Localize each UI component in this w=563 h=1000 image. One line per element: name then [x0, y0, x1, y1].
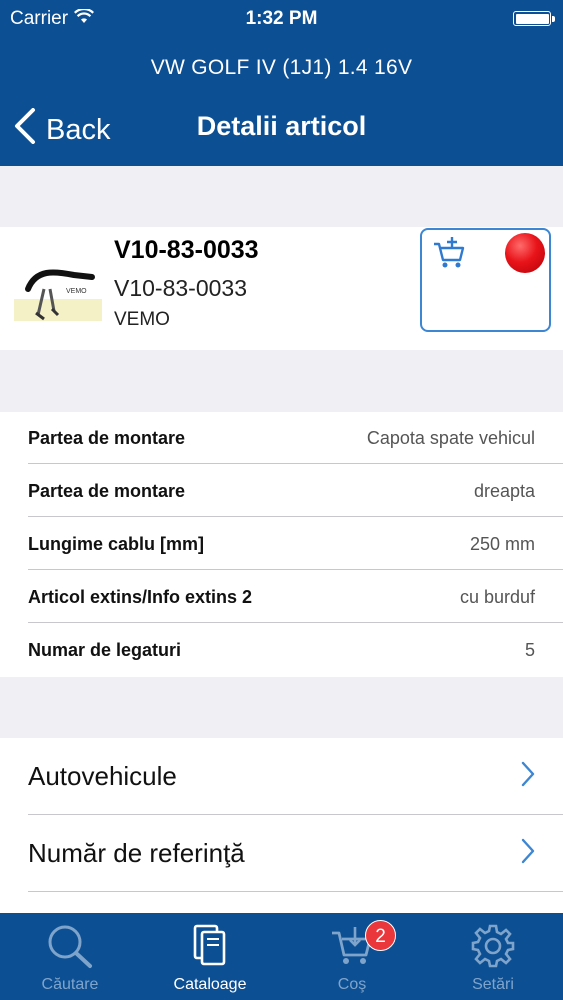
spec-label: Partea de montare: [28, 427, 186, 448]
stock-status-indicator: [505, 233, 545, 273]
spec-value: 5: [524, 639, 535, 660]
tab-label: Cataloage: [173, 976, 247, 993]
spec-label: Articol extins/Info extins 2: [28, 586, 253, 607]
tab-bar: Căutare Cataloage Coş Setări: [0, 913, 563, 1000]
link-vehicles[interactable]: Autovehicule: [28, 738, 563, 815]
spec-value: 250 mm: [469, 533, 535, 554]
spec-value: dreapta: [473, 480, 535, 501]
tab-settings[interactable]: Setări: [423, 913, 563, 1000]
tab-cart[interactable]: Coş: [282, 913, 422, 1000]
product-thumbnail: VEMO: [14, 249, 102, 335]
tab-label: Căutare: [41, 976, 99, 993]
spec-label: Lungime cablu [mm]: [28, 533, 205, 554]
add-to-cart-button[interactable]: [420, 228, 551, 332]
chevron-right-icon: [521, 761, 535, 792]
spec-value: Capota spate vehicul: [366, 427, 535, 448]
tab-label: Coş: [337, 976, 367, 993]
detail-links-list: Autovehicule Număr de referinţă: [0, 738, 563, 914]
tab-search[interactable]: Căutare: [0, 913, 140, 1000]
cart-count-badge: 2: [365, 920, 396, 951]
tab-label: Setări: [472, 976, 514, 993]
spec-row: Partea de montare dreapta: [28, 465, 563, 517]
spec-label: Partea de montare: [28, 480, 186, 501]
vehicle-title: VW GOLF IV (1J1) 1.4 16V: [150, 56, 413, 79]
spec-row: Articol extins/Info extins 2 cu burduf: [28, 571, 563, 623]
catalog-icon: [190, 923, 230, 974]
brand-name: VEMO: [114, 309, 170, 330]
tab-catalogs[interactable]: Cataloage: [140, 913, 280, 1000]
link-label: Autovehicule: [28, 761, 177, 791]
status-time: 1:32 PM: [245, 8, 318, 29]
link-label: Număr de referinţă: [28, 838, 245, 868]
link-reference-numbers[interactable]: Număr de referinţă: [28, 815, 563, 892]
spec-row: Numar de legaturi 5: [28, 624, 535, 676]
cart-add-icon: [432, 236, 466, 275]
specs-table: Partea de montare Capota spate vehicul P…: [0, 412, 563, 677]
svg-text:VEMO: VEMO: [66, 288, 87, 295]
search-icon: [46, 923, 94, 974]
page-title: Detalii articol: [196, 111, 367, 141]
navigation-header: Carrier 1:32 PM VW GOLF IV (1J1) 1.4 16V…: [0, 0, 563, 166]
battery-icon: [513, 11, 555, 26]
spec-label: Numar de legaturi: [28, 639, 182, 660]
spec-row: Partea de montare Capota spate vehicul: [28, 412, 563, 464]
gear-icon: [470, 923, 516, 974]
status-bar: Carrier 1:32 PM: [0, 0, 563, 38]
article-reference: V10-83-0033: [114, 275, 247, 301]
chevron-right-icon: [521, 838, 535, 869]
article-number: V10-83-0033: [114, 236, 259, 264]
spec-row: Lungime cablu [mm] 250 mm: [28, 518, 563, 570]
spec-value: cu burduf: [459, 586, 535, 607]
